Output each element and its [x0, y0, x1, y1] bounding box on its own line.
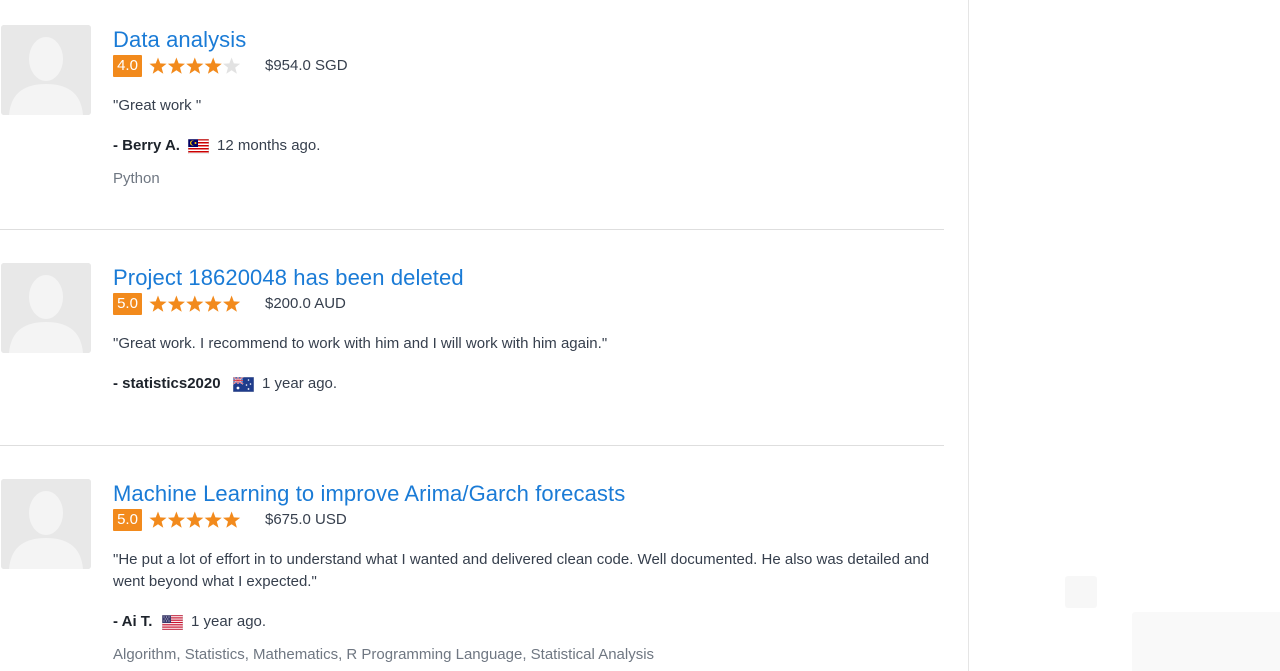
project-skills: Algorithm, Statistics, Mathematics, R Pr…	[113, 646, 655, 663]
star-icon	[167, 295, 185, 312]
project-title-link[interactable]: Machine Learning to improve Arima/Garch …	[113, 480, 943, 508]
faded-widget	[1065, 576, 1097, 608]
avatar[interactable]	[1, 479, 91, 569]
star-icon	[167, 511, 185, 528]
rating-badge: 5.0	[113, 293, 142, 315]
faded-panel	[1132, 612, 1280, 671]
review-time: 12 months ago.	[217, 137, 321, 154]
review-quote: "Great work. I recommend to work with hi…	[113, 335, 608, 352]
star-icon	[149, 57, 167, 74]
project-amount: $675.0 USD	[265, 511, 347, 528]
avatar[interactable]	[1, 263, 91, 353]
australia-flag-icon	[232, 376, 255, 399]
avatar[interactable]	[1, 25, 91, 115]
avatar-placeholder-icon	[1, 263, 91, 353]
star-icon	[149, 295, 167, 312]
reviewer-name[interactable]: - Berry A.	[113, 135, 180, 157]
sidebar-divider	[968, 0, 969, 671]
star-rating	[149, 510, 241, 530]
avatar-placeholder-icon	[1, 479, 91, 569]
avatar-placeholder-icon	[1, 25, 91, 115]
star-icon	[149, 511, 167, 528]
star-icon	[204, 511, 222, 528]
divider	[0, 445, 944, 446]
rating-badge: 4.0	[113, 55, 142, 77]
star-icon	[186, 511, 204, 528]
star-icon	[223, 57, 241, 74]
project-title-link[interactable]: Project 18620048 has been deleted	[113, 264, 943, 292]
project-amount: $200.0 AUD	[265, 295, 346, 312]
star-icon	[186, 295, 204, 312]
star-icon	[167, 57, 185, 74]
star-icon	[186, 57, 204, 74]
star-icon	[223, 295, 241, 312]
star-icon	[204, 295, 222, 312]
review-time: 1 year ago.	[191, 613, 267, 630]
star-rating	[149, 56, 241, 76]
project-skills: Python	[113, 170, 160, 187]
rating-badge: 5.0	[113, 509, 142, 531]
malaysia-flag-icon	[187, 138, 210, 161]
review-quote: "He put a lot of effort in to understand…	[113, 551, 930, 590]
project-amount: $954.0 SGD	[265, 57, 348, 74]
usa-flag-icon	[161, 614, 184, 637]
star-icon	[223, 511, 241, 528]
project-title-link[interactable]: Data analysis	[113, 26, 943, 54]
star-rating	[149, 294, 241, 314]
review-time: 1 year ago.	[262, 375, 338, 392]
review-quote: "Great work "	[113, 97, 202, 114]
reviewer-name[interactable]: - Ai T.	[113, 611, 152, 633]
divider	[0, 229, 944, 230]
reviewer-name[interactable]: - statistics2020	[113, 373, 221, 395]
star-icon	[204, 57, 222, 74]
